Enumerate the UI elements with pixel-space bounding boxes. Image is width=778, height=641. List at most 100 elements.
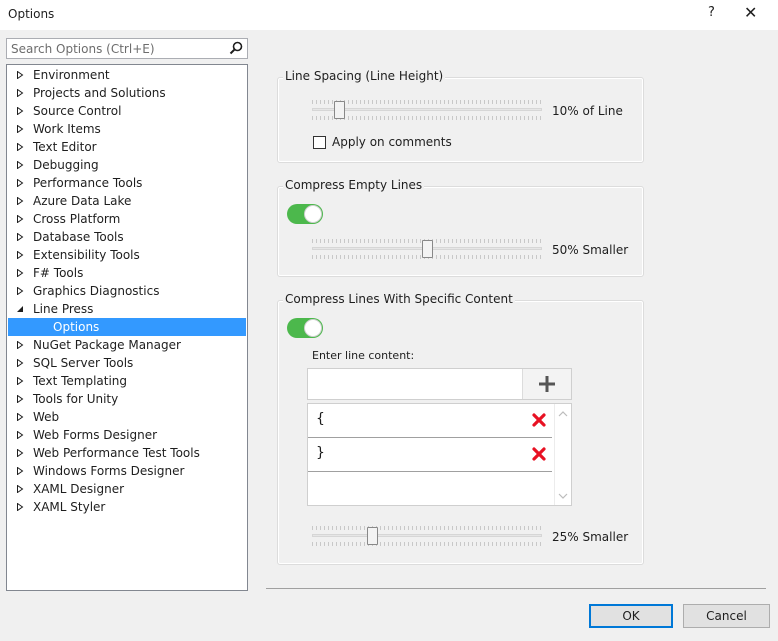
tree-item[interactable]: Debugging: [8, 156, 246, 174]
tree-item[interactable]: Text Editor: [8, 138, 246, 156]
collapsed-arrow-icon[interactable]: [16, 449, 24, 457]
tree-item[interactable]: Work Items: [8, 120, 246, 138]
tree-item[interactable]: Extensibility Tools: [8, 246, 246, 264]
collapsed-arrow-icon[interactable]: [16, 197, 24, 205]
collapsed-arrow-icon[interactable]: [16, 413, 24, 421]
tree-item-label: Azure Data Lake: [33, 194, 132, 208]
close-button[interactable]: ✕: [744, 3, 757, 22]
collapsed-arrow-icon[interactable]: [16, 71, 24, 79]
collapsed-arrow-icon[interactable]: [16, 233, 24, 241]
tree-item[interactable]: SQL Server Tools: [8, 354, 246, 372]
tree-item[interactable]: Azure Data Lake: [8, 192, 246, 210]
line-spacing-slider[interactable]: [312, 100, 542, 120]
collapsed-arrow-icon[interactable]: [16, 377, 24, 385]
collapsed-arrow-icon[interactable]: [16, 341, 24, 349]
tree-item[interactable]: F# Tools: [8, 264, 246, 282]
collapsed-arrow-icon[interactable]: [16, 467, 24, 475]
slider-thumb[interactable]: [367, 527, 378, 545]
tree-item[interactable]: Database Tools: [8, 228, 246, 246]
tree-item[interactable]: Line Press: [8, 300, 246, 318]
tree-item[interactable]: Web Forms Designer: [8, 426, 246, 444]
compress-empty-slider[interactable]: [312, 239, 542, 259]
cancel-button[interactable]: Cancel: [683, 604, 770, 628]
collapsed-arrow-icon[interactable]: [16, 485, 24, 493]
tree-item[interactable]: Web: [8, 408, 246, 426]
tree-item[interactable]: Text Templating: [8, 372, 246, 390]
tree-item-label: XAML Styler: [33, 500, 106, 514]
compress-specific-toggle[interactable]: [287, 318, 323, 338]
slider-thumb[interactable]: [334, 101, 345, 119]
slider-ticks: [312, 542, 542, 546]
list-scrollbar[interactable]: [554, 404, 571, 505]
tree-item-label: Performance Tools: [33, 176, 143, 190]
tree-item[interactable]: Performance Tools: [8, 174, 246, 192]
tree-item[interactable]: XAML Styler: [8, 498, 246, 516]
slider-thumb[interactable]: [422, 240, 433, 258]
delete-x-icon[interactable]: [532, 413, 546, 427]
tree-item[interactable]: Graphics Diagnostics: [8, 282, 246, 300]
slider-track: [312, 108, 542, 111]
list-item[interactable]: }: [308, 438, 552, 472]
tree-item[interactable]: Source Control: [8, 102, 246, 120]
collapsed-arrow-icon[interactable]: [16, 359, 24, 367]
tree-item-label: Text Templating: [33, 374, 128, 388]
ok-button[interactable]: OK: [589, 604, 673, 628]
slider-track: [312, 534, 542, 537]
collapsed-arrow-icon[interactable]: [16, 143, 24, 151]
list-item[interactable]: {: [308, 404, 552, 438]
apply-on-comments-checkbox[interactable]: [313, 136, 326, 149]
tree-item-label: XAML Designer: [33, 482, 125, 496]
scroll-up-icon[interactable]: [558, 410, 568, 418]
tree-item-label: Work Items: [33, 122, 101, 136]
help-button[interactable]: ?: [708, 5, 715, 20]
tree-item-label: Windows Forms Designer: [33, 464, 185, 478]
window-title: Options: [8, 7, 55, 21]
collapsed-arrow-icon[interactable]: [16, 215, 24, 223]
plus-icon: [539, 376, 555, 392]
collapsed-arrow-icon[interactable]: [16, 431, 24, 439]
tree-item-label: Web Performance Test Tools: [33, 446, 200, 460]
slider-ticks: [312, 100, 542, 104]
collapsed-arrow-icon[interactable]: [16, 251, 24, 259]
compress-empty-value: 50% Smaller: [552, 243, 629, 257]
tree-item[interactable]: Tools for Unity: [8, 390, 246, 408]
collapsed-arrow-icon[interactable]: [16, 269, 24, 277]
search-icon[interactable]: [228, 40, 244, 56]
line-content-input[interactable]: [307, 368, 572, 400]
line-spacing-value: 10% of Line: [552, 104, 623, 118]
apply-on-comments-label: Apply on comments: [332, 135, 452, 149]
tree-item-label: Environment: [33, 68, 110, 82]
tree-item-label: Web: [33, 410, 60, 424]
collapsed-arrow-icon[interactable]: [16, 89, 24, 97]
collapsed-arrow-icon[interactable]: [16, 125, 24, 133]
compress-specific-slider[interactable]: [312, 526, 542, 546]
collapsed-arrow-icon[interactable]: [16, 395, 24, 403]
tree-item[interactable]: XAML Designer: [8, 480, 246, 498]
search-input[interactable]: Search Options (Ctrl+E): [6, 38, 248, 59]
line-content-list[interactable]: {}: [307, 403, 572, 506]
tree-item[interactable]: Windows Forms Designer: [8, 462, 246, 480]
collapsed-arrow-icon[interactable]: [16, 161, 24, 169]
collapsed-arrow-icon[interactable]: [16, 287, 24, 295]
collapsed-arrow-icon[interactable]: [16, 107, 24, 115]
collapsed-arrow-icon[interactable]: [16, 179, 24, 187]
tree-item[interactable]: Environment: [8, 66, 246, 84]
add-line-button[interactable]: [522, 369, 571, 399]
expanded-arrow-icon[interactable]: [16, 305, 24, 313]
tree-item-label: Options: [53, 320, 100, 334]
scroll-down-icon[interactable]: [558, 492, 568, 500]
tree-item-label: Graphics Diagnostics: [33, 284, 160, 298]
compress-empty-toggle[interactable]: [287, 204, 323, 224]
delete-x-icon[interactable]: [532, 447, 546, 461]
collapsed-arrow-icon[interactable]: [16, 503, 24, 511]
tree-item[interactable]: NuGet Package Manager: [8, 336, 246, 354]
line-spacing-title: Line Spacing (Line Height): [283, 69, 446, 83]
enter-line-content-label: Enter line content:: [312, 349, 415, 362]
tree-item[interactable]: Projects and Solutions: [8, 84, 246, 102]
tree-item[interactable]: Web Performance Test Tools: [8, 444, 246, 462]
tree-item[interactable]: Options: [8, 318, 246, 336]
options-tree[interactable]: Environment Projects and Solutions Source …: [6, 64, 248, 591]
footer-separator: [266, 588, 766, 589]
line-spacing-group: [277, 77, 644, 163]
tree-item[interactable]: Cross Platform: [8, 210, 246, 228]
